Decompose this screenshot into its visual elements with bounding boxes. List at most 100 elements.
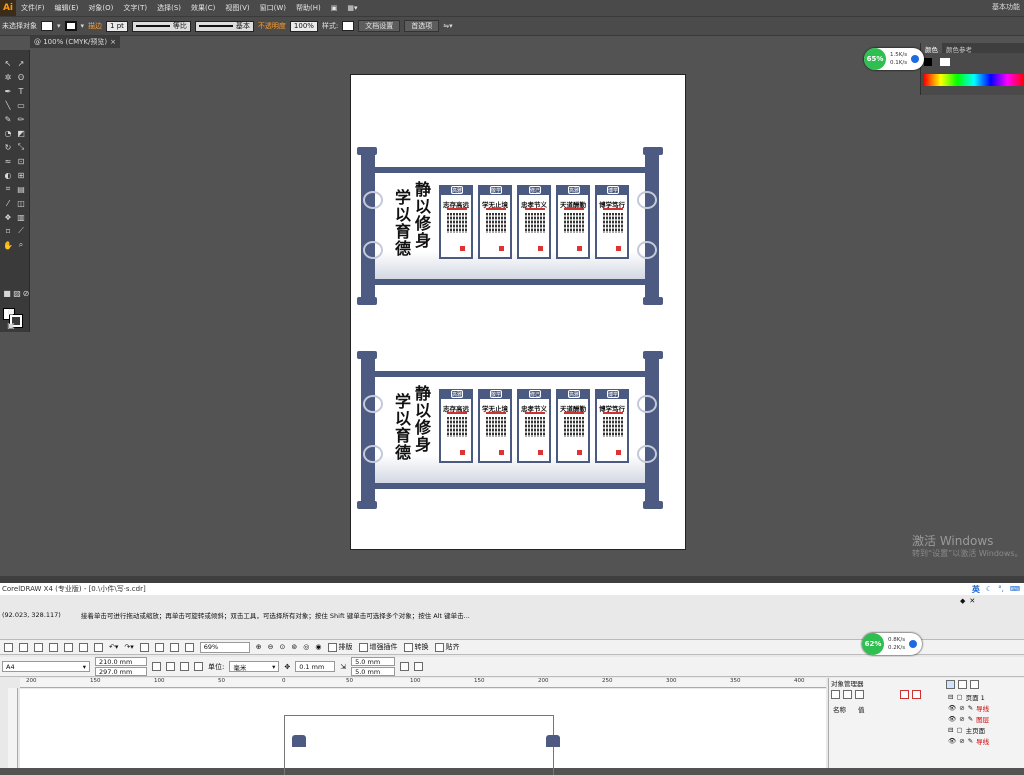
none-mode-icon[interactable]: ⊘ xyxy=(21,288,31,298)
layer-row[interactable]: 👁 ⊘ ✎ 图层 xyxy=(944,713,1024,724)
perspective-grid-icon[interactable]: ⊞ xyxy=(16,170,26,180)
direct-selection-tool-icon[interactable]: ↗ xyxy=(16,58,26,68)
zoom-tool-icon[interactable]: ⌕ xyxy=(16,240,26,250)
copy-icon[interactable] xyxy=(79,642,88,652)
slice-tool-icon[interactable]: ⟋ xyxy=(16,226,26,236)
stroke-swatch[interactable] xyxy=(64,21,77,31)
print-toggle-icon[interactable]: ✎ xyxy=(968,715,973,723)
layer-view-icon[interactable] xyxy=(958,680,967,689)
duplicate-y-input[interactable]: 5.0 mm xyxy=(351,667,396,676)
color-mode-icon[interactable]: ■ xyxy=(2,288,12,298)
bridge-icon[interactable]: ▣ xyxy=(326,4,343,12)
collapse-icon[interactable]: ⊟ xyxy=(948,726,953,734)
lock-icon[interactable]: ⊘ xyxy=(959,737,964,745)
zoom-level-select[interactable]: 69% xyxy=(199,641,250,653)
new-master-layer-icon[interactable] xyxy=(912,690,921,699)
warp-tool-icon[interactable]: ≈ xyxy=(3,156,13,166)
mesh-tool-icon[interactable]: ⌗ xyxy=(3,184,13,194)
pencil-icon[interactable]: ✏ xyxy=(16,114,26,124)
tab-color-guide[interactable]: 颜色参考 xyxy=(942,43,976,54)
undo-icon[interactable]: ↶▾ xyxy=(109,643,118,651)
save-icon[interactable] xyxy=(34,642,43,652)
edit-across-layers-icon[interactable] xyxy=(843,690,852,699)
print-icon[interactable] xyxy=(49,642,58,652)
scroll-design-bottom[interactable]: 静以修身 学以育德 高雅 志存高远 敬学 学无止境 修己 忠孝节义 高雅 天道酬勤 博学… xyxy=(357,351,663,509)
new-document-icon[interactable] xyxy=(4,642,13,652)
accelerate-icon[interactable] xyxy=(909,640,918,648)
convert-button[interactable]: 转换 xyxy=(403,642,429,652)
snap-button[interactable]: 贴齐 xyxy=(434,642,460,652)
chevron-down-icon[interactable]: ▾ xyxy=(81,22,85,30)
line-tool-icon[interactable]: ╲ xyxy=(3,100,13,110)
layer-row[interactable]: ⊟ ▢ 页面 1 xyxy=(944,691,1024,702)
collapse-icon[interactable]: ⊟ xyxy=(948,693,953,701)
scroll-design-top[interactable]: 静以修身 学以育德 高雅 志存高远 敬学 学无止境 修己 忠孝节义 高雅 天道酬勤 博学… xyxy=(357,147,663,305)
landscape-icon[interactable] xyxy=(166,662,175,671)
type-tool-icon[interactable]: T xyxy=(16,86,26,96)
paste-icon[interactable] xyxy=(94,642,103,652)
stroke-label[interactable]: 描边 xyxy=(88,21,102,31)
visibility-icon[interactable]: 👁 xyxy=(948,737,956,745)
document-tab[interactable]: @ 100% (CMYK/预览) × xyxy=(30,36,120,48)
artboard[interactable]: 静以修身 学以育德 高雅 志存高远 敬学 学无止境 修己 忠孝节义 高雅 天道酬勤 博学… xyxy=(350,74,686,550)
import-icon[interactable] xyxy=(139,642,149,652)
opacity-input[interactable]: 100% xyxy=(289,20,318,32)
show-properties-icon[interactable] xyxy=(831,690,840,699)
stroke-weight-input[interactable]: 1 pt xyxy=(106,20,128,32)
treat-as-filled-icon[interactable] xyxy=(400,662,410,671)
open-icon[interactable] xyxy=(19,642,28,652)
blob-brush-icon[interactable]: ◔ xyxy=(3,128,13,138)
lock-icon[interactable]: ⊘ xyxy=(959,704,964,712)
menu-type[interactable]: 文字(T) xyxy=(118,3,152,13)
zoom-in-icon[interactable]: ⊕ xyxy=(256,643,262,651)
visibility-icon[interactable]: 👁 xyxy=(948,715,956,723)
menu-select[interactable]: 选择(S) xyxy=(152,3,186,13)
style-swatch[interactable] xyxy=(342,21,355,31)
graph-tool-icon[interactable]: ▥ xyxy=(16,212,26,222)
menu-help[interactable]: 帮助(H) xyxy=(291,3,326,13)
layer-row[interactable]: ⊟ ▢ 主页面 xyxy=(944,724,1024,735)
new-layer-icon[interactable] xyxy=(900,690,909,699)
document-setup-button[interactable]: 文档设置 xyxy=(358,20,401,32)
free-transform-icon[interactable]: ⊡ xyxy=(16,156,26,166)
color-spectrum[interactable] xyxy=(924,74,1024,86)
print-toggle-icon[interactable]: ✎ xyxy=(968,704,973,712)
tree-view-icon[interactable] xyxy=(946,680,955,689)
zoom-out-icon[interactable]: ⊖ xyxy=(268,643,274,651)
fill-indicator-icon[interactable]: ◆ xyxy=(960,597,965,605)
zoom-all-icon[interactable]: ⊚ xyxy=(291,643,297,651)
cut-icon[interactable] xyxy=(64,642,73,652)
layer-row[interactable]: 👁 ⊘ ✎ 导线 xyxy=(944,735,1024,746)
plugin-button[interactable]: 增强插件 xyxy=(358,642,398,652)
page-size-select[interactable]: A4 ▾ xyxy=(2,661,90,672)
menu-view[interactable]: 视图(V) xyxy=(220,3,254,13)
rectangle-tool-icon[interactable]: ▭ xyxy=(16,100,26,110)
app-launcher-icon[interactable] xyxy=(169,642,179,652)
chevron-down-icon[interactable]: ▾ xyxy=(57,22,61,30)
network-speed-widget[interactable]: 62% 0.8K/s 0.2K/s xyxy=(862,633,922,655)
all-pages-icon[interactable] xyxy=(180,662,189,671)
selection-tool-icon[interactable]: ↖ xyxy=(3,58,13,68)
unit-select[interactable]: 毫米 ▾ xyxy=(229,661,280,672)
artboard-tool-icon[interactable]: ⌑ xyxy=(3,226,13,236)
stroke-profile-select[interactable]: 等比 xyxy=(131,20,191,32)
hand-tool-icon[interactable]: ✋ xyxy=(3,240,13,250)
blend-tool-icon[interactable]: ◫ xyxy=(16,198,26,208)
layer-manager-view-icon[interactable] xyxy=(855,690,864,699)
menu-effect[interactable]: 效果(C) xyxy=(186,3,220,13)
network-speed-widget[interactable]: 65% 1.5K/s 0.1K/s xyxy=(864,48,924,70)
menu-object[interactable]: 对象(O) xyxy=(83,3,118,13)
zoom-page-icon[interactable]: ◎ xyxy=(303,643,309,651)
portrait-icon[interactable] xyxy=(152,662,161,671)
paintbrush-icon[interactable]: ✎ xyxy=(3,114,13,124)
no-fill-icon[interactable]: ✕ xyxy=(969,597,975,605)
print-toggle-icon[interactable]: ✎ xyxy=(968,737,973,745)
current-page-icon[interactable] xyxy=(194,662,203,671)
tab-color[interactable]: 颜色 xyxy=(921,43,942,54)
lock-icon[interactable]: ⊘ xyxy=(959,715,964,723)
page-height-input[interactable]: 297.0 mm xyxy=(95,667,147,676)
brush-select[interactable]: 基本 xyxy=(194,20,254,32)
nudge-distance-input[interactable]: 0.1 mm xyxy=(295,661,336,672)
fill-swatch[interactable] xyxy=(41,21,53,31)
shape-builder-icon[interactable]: ◐ xyxy=(3,170,13,180)
